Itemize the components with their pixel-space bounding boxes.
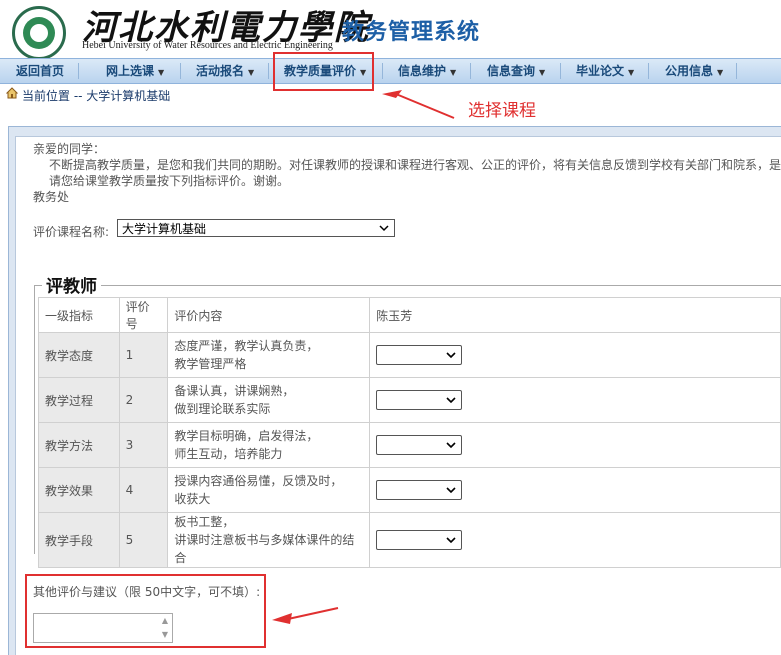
indicator-cell: 教学态度	[38, 332, 120, 378]
indicator-cell: 教学手段	[38, 512, 120, 568]
intro-text: 亲爱的同学： 不断提高教学质量，是您和我们共同的期盼。对任课教师的授课和课程进行…	[33, 141, 781, 205]
course-select[interactable]: 大学计算机基础	[117, 219, 395, 237]
chevron-down-icon: ▼	[628, 68, 635, 77]
course-select-value: 大学计算机基础	[122, 222, 207, 236]
number-cell: 4	[118, 467, 169, 513]
header: 河北水利電力學院 Hebei University of Water Resou…	[0, 0, 781, 60]
content-line: 收获大	[174, 492, 211, 506]
table-header-row: 一级指标 评价号 评价内容 陈玉芳	[38, 297, 781, 333]
scroll-up-icon[interactable]: ▲	[160, 616, 170, 626]
col-header-teacher: 陈玉芳	[369, 297, 781, 333]
other-comments-textarea[interactable]: ▲ ▼	[33, 613, 173, 643]
other-comments-label: 其他评价与建议（限 50中文字，可不填）:	[33, 585, 261, 599]
school-logo	[12, 6, 66, 60]
rating-select[interactable]	[376, 390, 463, 410]
content-line: 备课认真，讲课娴熟，	[174, 384, 295, 398]
main-nav: 返回首页 网上选课 ▼ 活动报名 ▼ 教学质量评价 ▼ 信息维护 ▼ 信息查询 ▼ 毕业论…	[0, 58, 781, 84]
system-title: 教务管理系统	[342, 20, 481, 45]
scroll-down-icon[interactable]: ▼	[160, 630, 170, 640]
chevron-down-icon: ▼	[450, 68, 457, 77]
rating-cell	[369, 332, 781, 378]
annotation-arrow	[382, 90, 455, 119]
chevron-down-icon: ▼	[158, 68, 165, 77]
rating-cell	[369, 512, 781, 568]
intro-line-2: 请您给课堂教学质量按下列指标评价。谢谢。	[49, 174, 290, 188]
annotation-select-course: 选择课程	[468, 101, 536, 121]
nav-item-thesis[interactable]: 毕业论文 ▼	[576, 59, 634, 83]
nav-item-label: 活动报名	[196, 64, 245, 78]
rating-select[interactable]	[376, 530, 463, 550]
number-cell: 3	[118, 422, 169, 468]
nav-item-label: 网上选课	[106, 64, 155, 78]
breadcrumb: 当前位置 -- 大学计算机基础	[22, 89, 171, 103]
nav-item-activity-signup[interactable]: 活动报名 ▼	[196, 59, 254, 83]
rating-select[interactable]	[376, 435, 463, 455]
evaluation-table: 一级指标 评价号 评价内容 陈玉芳 教学态度 1 态度严谨，教学认真负责， 教学管…	[38, 297, 781, 568]
chevron-down-icon	[378, 220, 390, 243]
table-row: 教学过程 2 备课认真，讲课娴熟， 做到理论联系实际	[38, 377, 781, 423]
content-line: 板书工整，	[174, 515, 235, 529]
content-line: 教学管理严格	[174, 357, 247, 371]
rating-select[interactable]	[376, 345, 463, 365]
chevron-down-icon	[445, 348, 457, 365]
nav-item-course-select[interactable]: 网上选课 ▼	[106, 59, 164, 83]
rating-select[interactable]	[376, 480, 463, 500]
greeting: 亲爱的同学：	[33, 142, 106, 156]
nav-item-info-query[interactable]: 信息查询 ▼	[487, 59, 545, 83]
content-cell: 教学目标明确，启发得法， 师生互动，培养能力	[167, 422, 371, 468]
content-line: 授课内容通俗易懂，反馈及时，	[174, 474, 343, 488]
content-line: 教学目标明确，启发得法，	[174, 429, 319, 443]
content-cell: 备课认真，讲课娴熟， 做到理论联系实际	[167, 377, 371, 423]
nav-item-info-maintain[interactable]: 信息维护 ▼	[398, 59, 456, 83]
nav-item-label: 返回首页	[16, 64, 65, 78]
chevron-down-icon: ▼	[539, 68, 546, 77]
table-row: 教学效果 4 授课内容通俗易懂，反馈及时， 收获大	[38, 467, 781, 513]
content-line: 讲课时注意板书与多媒体课件的结合	[174, 533, 355, 565]
content-line: 做到理论联系实际	[174, 402, 271, 416]
chevron-down-icon	[445, 438, 457, 455]
table-row: 教学方法 3 教学目标明确，启发得法， 师生互动，培养能力	[38, 422, 781, 468]
school-name-en: Hebei University of Water Resources and …	[82, 40, 333, 51]
content-cell: 授课内容通俗易懂，反馈及时， 收获大	[167, 467, 371, 513]
nav-item-label: 信息查询	[487, 64, 536, 78]
nav-item-label: 公用信息	[665, 64, 714, 78]
col-header-indicator: 一级指标	[38, 297, 120, 333]
intro-line-1: 不断提高教学质量，是您和我们共同的期盼。对任课教师的授课和课程进行客观、公正的评…	[49, 158, 781, 172]
nav-item-label: 毕业论文	[576, 64, 625, 78]
nav-item-home[interactable]: 返回首页	[16, 59, 64, 83]
fieldset-legend: 评教师	[42, 272, 101, 297]
content-line: 师生互动，培养能力	[174, 447, 283, 461]
col-header-number: 评价号	[118, 297, 169, 333]
indicator-cell: 教学过程	[38, 377, 120, 423]
course-select-label: 评价课程名称:	[33, 225, 110, 239]
content-cell: 板书工整， 讲课时注意板书与多媒体课件的结合	[167, 512, 371, 568]
nav-item-label: 信息维护	[398, 64, 447, 78]
rating-cell	[369, 422, 781, 468]
content-line: 态度严谨，教学认真负责，	[174, 339, 319, 353]
home-icon	[6, 87, 18, 99]
number-cell: 2	[118, 377, 169, 423]
chevron-down-icon: ▼	[717, 68, 724, 77]
indicator-cell: 教学方法	[38, 422, 120, 468]
col-header-content: 评价内容	[167, 297, 371, 333]
rating-cell	[369, 377, 781, 423]
number-cell: 5	[118, 512, 169, 568]
highlight-box-nav	[273, 52, 374, 91]
chevron-down-icon	[445, 483, 457, 500]
signature: 教务处	[33, 190, 70, 204]
content-cell: 态度严谨，教学认真负责， 教学管理严格	[167, 332, 371, 378]
indicator-cell: 教学效果	[38, 467, 120, 513]
chevron-down-icon	[445, 533, 457, 550]
table-row: 教学态度 1 态度严谨，教学认真负责， 教学管理严格	[38, 332, 781, 378]
chevron-down-icon	[445, 393, 457, 410]
rating-cell	[369, 467, 781, 513]
annotation-arrow	[272, 607, 339, 624]
table-row: 教学手段 5 板书工整， 讲课时注意板书与多媒体课件的结合	[38, 512, 781, 568]
chevron-down-icon: ▼	[248, 68, 255, 77]
nav-item-public-info[interactable]: 公用信息 ▼	[665, 59, 723, 83]
number-cell: 1	[118, 332, 169, 378]
